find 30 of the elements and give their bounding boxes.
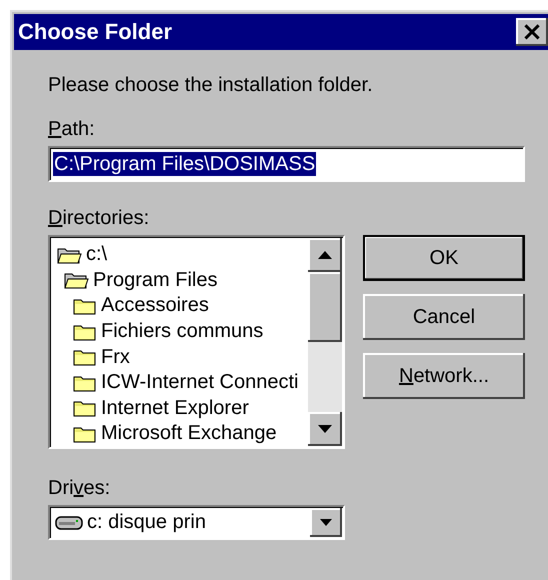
folder-item[interactable]: Fichiers communs — [101, 320, 264, 344]
instruction-text: Please choose the installation folder. — [48, 74, 374, 96]
close-button[interactable]: × — [516, 18, 548, 46]
hard-drive-icon — [55, 516, 83, 530]
folder-item[interactable]: Internet Explorer — [101, 396, 249, 420]
scroll-up-button[interactable] — [308, 238, 342, 272]
folder-item[interactable]: Program Files — [93, 268, 218, 292]
folder-item[interactable]: c:\ — [86, 243, 108, 266]
drive-dropdown[interactable]: c: disque prin — [48, 505, 345, 540]
scrollbar[interactable] — [308, 238, 342, 446]
dialog-button[interactable]: Cancel — [363, 294, 525, 340]
dialog-button[interactable]: OK — [363, 235, 525, 281]
dropdown-button[interactable] — [310, 508, 342, 537]
down-arrow-icon — [320, 519, 332, 526]
path-label: Path: — [48, 118, 95, 140]
folder-item[interactable]: Microsoft Exchange — [101, 422, 277, 446]
scroll-thumb[interactable] — [308, 272, 342, 342]
folder-item[interactable]: Accessoires — [101, 294, 209, 318]
drives-label: Drives: — [48, 477, 110, 499]
dialog-button[interactable]: Network... — [363, 353, 525, 399]
path-field[interactable]: C:\Program Files\DOSIMASS — [48, 146, 525, 182]
down-arrow-icon — [318, 425, 332, 433]
folder-item[interactable]: ICW-Internet Connecti — [101, 371, 298, 394]
up-arrow-icon — [318, 251, 332, 259]
directories-label: Directories: — [48, 207, 150, 229]
window-title: Choose Folder — [18, 19, 172, 45]
drive-value: c: disque prin — [87, 511, 207, 534]
scroll-down-button[interactable] — [308, 412, 342, 446]
directory-list[interactable]: c:\ Program Files Accessoires Fichiers communs Frx ICW-Internet Connecti Internet Explorer Microsoft Exchange — [48, 235, 345, 449]
folder-item[interactable]: Frx — [101, 346, 130, 369]
